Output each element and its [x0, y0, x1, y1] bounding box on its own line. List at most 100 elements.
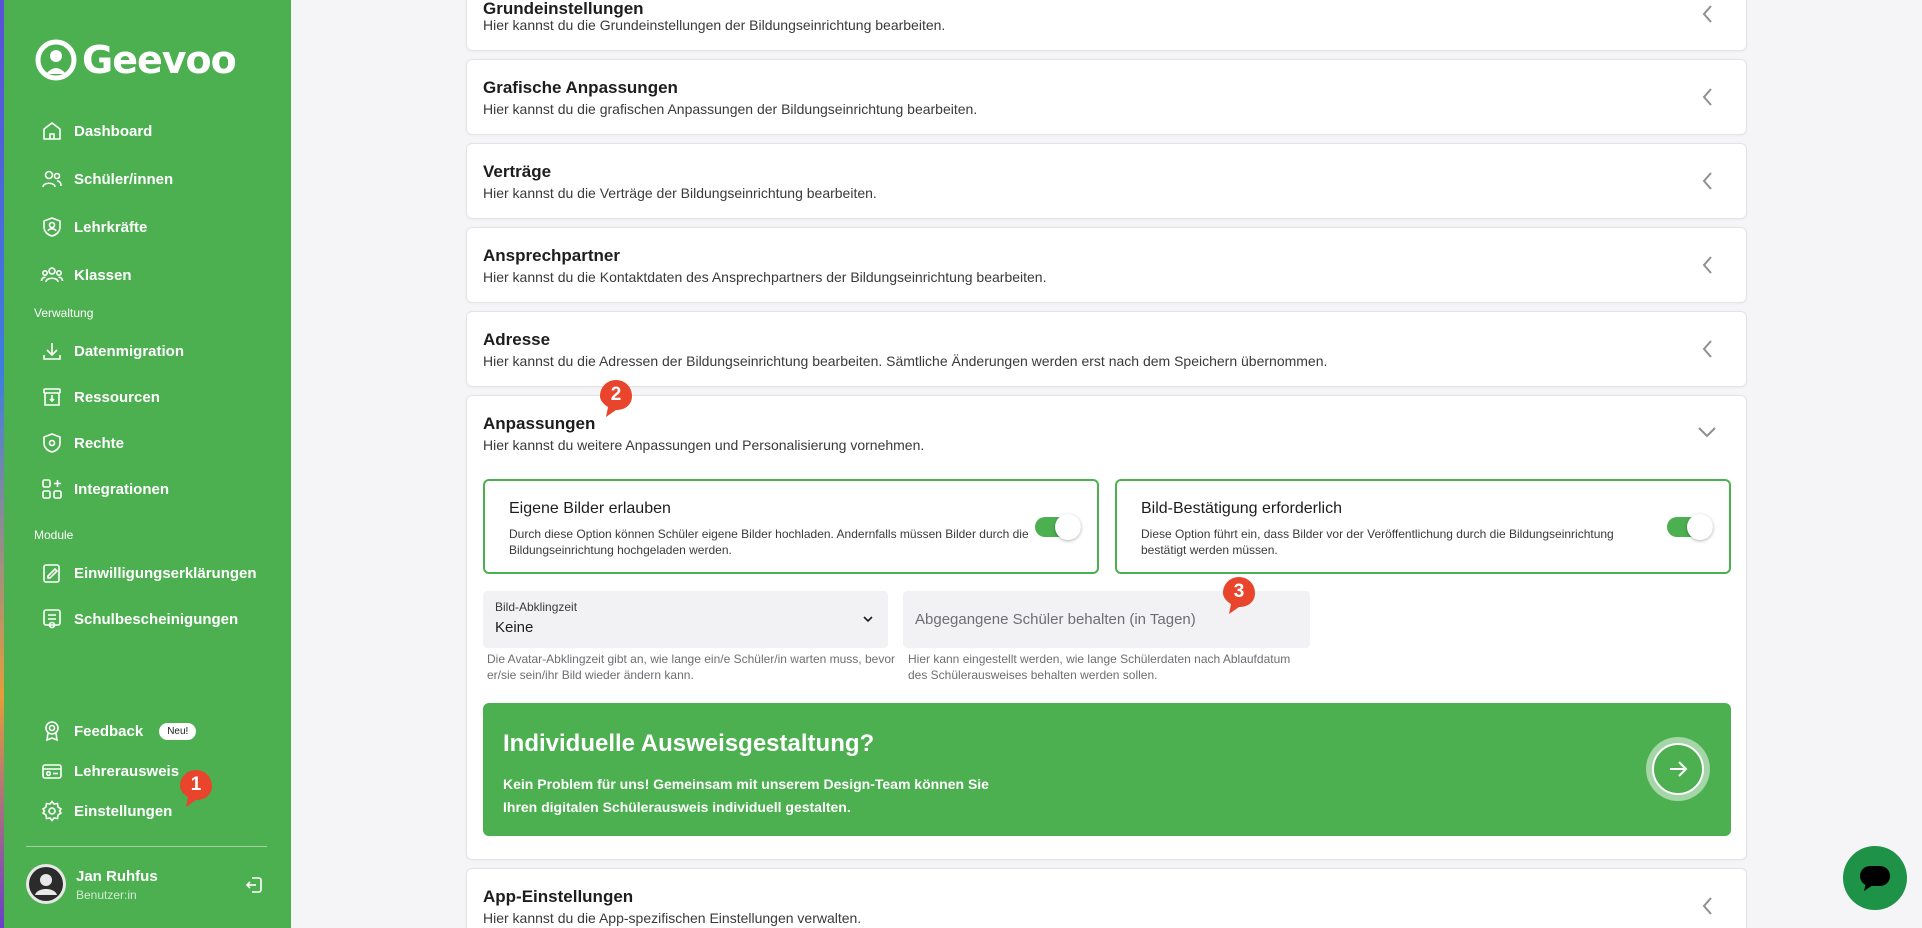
select-value: Keine	[495, 619, 534, 636]
sidebar-item-teachers[interactable]: Lehrkräfte	[40, 211, 147, 243]
sidebar-item-label: Integrationen	[74, 480, 170, 498]
user-role: Benutzer:in	[76, 888, 137, 902]
sidebar-item-data-migration[interactable]: Datenmigration	[40, 335, 184, 367]
marker-number: 2	[610, 384, 622, 405]
option-description: Durch diese Option können Schüler eigene…	[509, 527, 1029, 557]
select-label: Bild-Abklingzeit	[495, 600, 578, 614]
chevron-left-icon[interactable]	[1698, 170, 1718, 192]
chevron-left-icon[interactable]	[1698, 86, 1718, 108]
sidebar-item-label: Lehrkräfte	[74, 218, 148, 236]
chevron-left-icon[interactable]	[1698, 338, 1718, 360]
sidebar-item-label: Klassen	[74, 266, 132, 284]
retention-helper-text: Hier kann eingestellt werden, wie lange …	[908, 652, 1291, 682]
section-verwaltung: Verwaltung	[34, 306, 94, 320]
card-title: Anpassungen	[483, 414, 596, 433]
card-description: Hier kannst du die Kontaktdaten des Ansp…	[483, 269, 1047, 285]
user-avatar-icon	[29, 867, 63, 901]
chat-bubble-icon	[1860, 866, 1890, 891]
new-badge: Neu!	[159, 722, 197, 740]
card-description: Hier kannst du die App-spezifischen Eins…	[483, 910, 862, 926]
shield-user-icon	[43, 217, 61, 237]
card-contact-person[interactable]: Ansprechpartner Hier kannst du die Konta…	[466, 227, 1747, 303]
sidebar-item-teacher-id[interactable]: Lehrerausweis	[40, 755, 179, 787]
chevron-left-icon[interactable]	[1698, 3, 1718, 25]
toggle-knob	[1055, 514, 1081, 540]
sidebar-item-label: Einwilligungserklärungen	[74, 564, 257, 582]
sidebar-item-dashboard[interactable]: Dashboard	[40, 115, 152, 147]
sidebar-edge	[0, 0, 4, 928]
archive-icon	[43, 388, 61, 406]
sidebar-item-label: Schulbescheinigungen	[74, 610, 239, 628]
group-icon	[40, 267, 64, 283]
toggle-knob	[1687, 514, 1713, 540]
sidebar-item-label: Datenmigration	[74, 342, 185, 360]
chevron-left-icon[interactable]	[1698, 895, 1718, 917]
user-name: Jan Ruhfus	[76, 868, 158, 885]
chevron-left-icon[interactable]	[1698, 254, 1718, 276]
card-basic-settings[interactable]: Grundeinstellungen Hier kannst du die Gr…	[466, 0, 1747, 51]
sidebar-item-students[interactable]: Schüler/innen	[40, 163, 173, 195]
option-title: Eigene Bilder erlauben	[509, 500, 671, 517]
sidebar-item-label: Ressourcen	[74, 388, 160, 406]
card-title: Ansprechpartner	[483, 246, 620, 265]
option-title: Bild-Bestätigung erforderlich	[1141, 500, 1342, 517]
chevron-down-icon[interactable]	[1696, 422, 1718, 442]
sidebar-item-settings[interactable]: Einstellungen	[40, 795, 172, 827]
card-description: Hier kannst du die Grundeinstellungen de…	[483, 17, 946, 33]
sidebar-item-label: Lehrerausweis	[74, 762, 180, 780]
annotation-marker-1: 1	[178, 768, 214, 808]
option-own-images: Eigene Bilder erlauben Durch diese Optio…	[483, 479, 1099, 574]
certificate-icon	[43, 609, 61, 629]
sidebar-item-integrations[interactable]: Integrationen	[40, 473, 169, 505]
sidebar-divider	[26, 846, 267, 847]
user-profile[interactable]: Jan Ruhfus Benutzer:in	[26, 864, 267, 906]
home-icon	[43, 122, 61, 140]
edit-document-icon	[43, 564, 60, 583]
sidebar-item-label: Feedback	[74, 722, 144, 740]
sidebar-item-consents[interactable]: Einwilligungserklärungen	[40, 557, 257, 589]
input-placeholder: Abgegangene Schüler behalten (in Tagen)	[915, 611, 1196, 628]
users-icon	[42, 170, 62, 188]
id-card-icon	[42, 764, 62, 779]
promo-arrow-button-inner	[1652, 743, 1704, 795]
sidebar: Geevoo Dashboard Schüler/innen Lehrkräft…	[0, 0, 291, 928]
logo-mark-icon	[35, 39, 77, 81]
marker-number: 3	[1233, 581, 1245, 602]
logo[interactable]: Geevoo	[34, 38, 237, 82]
gear-icon	[41, 800, 63, 822]
card-contracts[interactable]: Verträge Hier kannst du die Verträge der…	[466, 143, 1747, 219]
promo-title: Individuelle Ausweisgestaltung?	[503, 730, 875, 757]
card-address[interactable]: Adresse Hier kannst du die Adressen der …	[466, 311, 1747, 387]
card-description: Hier kannst du die grafischen Anpassunge…	[483, 101, 978, 117]
card-description: Hier kannst du die Adressen der Bildungs…	[483, 353, 1328, 369]
annotation-marker-3: 3	[1221, 575, 1257, 615]
sidebar-item-classes[interactable]: Klassen	[40, 259, 132, 291]
card-graphic-adjustments[interactable]: Grafische Anpassungen Hier kannst du die…	[466, 59, 1747, 135]
card-title: App-Einstellungen	[483, 887, 634, 906]
logout-icon[interactable]	[242, 873, 266, 897]
own-images-toggle[interactable]	[1035, 514, 1081, 540]
chevron-down-icon	[863, 616, 873, 623]
chat-support-button[interactable]	[1843, 846, 1907, 910]
card-description: Hier kannst du weitere Anpassungen und P…	[483, 437, 925, 453]
image-approval-toggle[interactable]	[1667, 514, 1713, 540]
shield-icon	[43, 433, 61, 453]
award-icon	[45, 721, 59, 742]
image-cooldown-select[interactable]: Bild-Abklingzeit Keine	[483, 591, 888, 648]
download-icon	[43, 343, 61, 360]
card-description: Hier kannst du die Verträge der Bildungs…	[483, 185, 877, 201]
marker-number: 1	[190, 774, 202, 795]
sidebar-item-resources[interactable]: Ressourcen	[40, 381, 160, 413]
card-app-settings[interactable]: App-Einstellungen Hier kannst du die App…	[466, 868, 1747, 928]
arrow-right-icon	[1670, 761, 1688, 777]
sidebar-item-label: Dashboard	[74, 122, 153, 140]
sidebar-item-feedback[interactable]: Feedback Neu!	[40, 715, 197, 747]
sidebar-item-rights[interactable]: Rechte	[40, 427, 124, 459]
card-title: Verträge	[483, 162, 552, 181]
promo-arrow-button[interactable]	[1646, 737, 1710, 801]
cooldown-helper-text: Die Avatar-Abklingzeit gibt an, wie lang…	[487, 652, 895, 682]
avatar	[26, 864, 66, 904]
sidebar-item-label: Rechte	[74, 434, 125, 452]
sidebar-item-label: Schüler/innen	[74, 170, 174, 188]
sidebar-item-certificates[interactable]: Schulbescheinigungen	[40, 603, 238, 635]
